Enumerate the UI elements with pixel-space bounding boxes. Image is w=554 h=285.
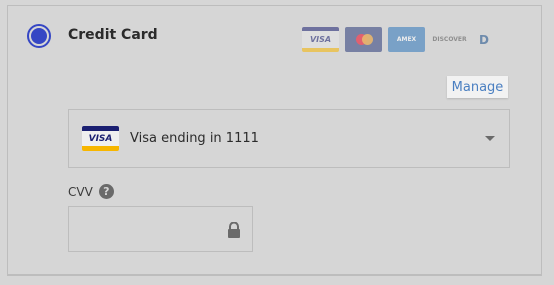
accepted-card-brands: VISA AMEX DISCOVER D [302,27,494,52]
payment-method-title: Credit Card [68,27,158,43]
saved-card-label: Visa ending in 1111 [130,131,259,146]
visa-icon: VISA [302,27,339,52]
cvv-label-row: CVV ? [68,184,114,199]
credit-card-radio[interactable] [27,24,51,48]
diners-icon: D [479,32,489,47]
manage-cards-button[interactable]: Manage [447,76,508,98]
cvv-label: CVV [68,184,93,199]
cvv-field[interactable] [68,206,253,252]
help-icon[interactable]: ? [98,184,114,199]
lock-icon [228,222,240,238]
amex-icon: AMEX [388,27,425,52]
visa-card-icon: VISA [82,126,119,151]
radio-selected-dot [31,28,47,44]
cvv-input[interactable] [69,207,229,251]
chevron-down-icon [485,136,495,141]
mastercard-icon [345,27,382,52]
saved-card-select[interactable]: VISA Visa ending in 1111 [68,109,510,168]
discover-icon: DISCOVER [432,36,467,43]
